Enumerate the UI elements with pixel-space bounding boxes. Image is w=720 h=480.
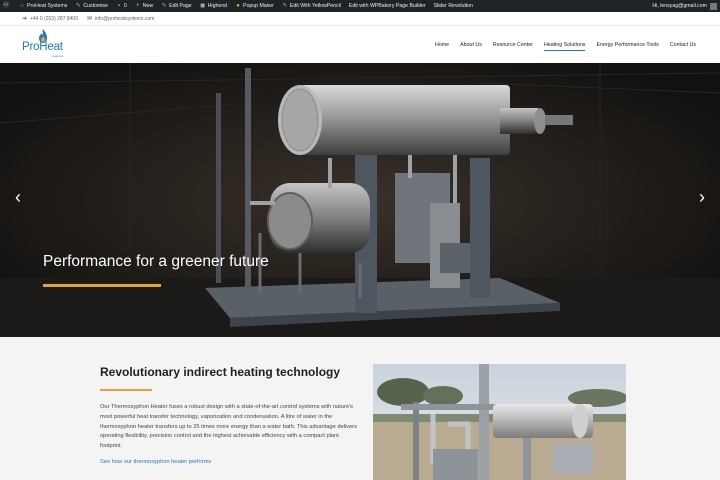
nav-home[interactable]: Home	[435, 42, 449, 51]
plus-icon: +	[136, 3, 140, 9]
highend-icon: ◼	[200, 3, 206, 9]
admin-bar-customise-label: Customise	[83, 3, 108, 9]
admin-bar-customise[interactable]: ✎ Customise	[75, 3, 108, 9]
hero-title: Performance for a greener future	[43, 253, 269, 270]
admin-bar-popup-maker[interactable]: ● Popup Maker	[235, 3, 274, 9]
section-title: Revolutionary indirect heating technolog…	[100, 365, 341, 379]
admin-bar-new[interactable]: + New	[135, 3, 153, 9]
nav-about-us[interactable]: About Us	[460, 42, 482, 51]
nav-heating-solutions[interactable]: Heating Solutions	[543, 42, 585, 51]
admin-bar-account[interactable]: Hi, lensyag@gmail.com	[652, 2, 717, 10]
nav-resource-center[interactable]: Resource Center	[493, 42, 533, 51]
hero-image	[0, 63, 720, 337]
intro-section: Revolutionary indirect heating technolog…	[0, 337, 720, 480]
envelope-icon: ✉	[87, 16, 93, 22]
email-address: info@proheatsystems.com	[95, 15, 155, 22]
admin-bar-wpbakery[interactable]: Edit with WPBakery Page Builder	[349, 3, 426, 9]
slider-next-arrow[interactable]: ›	[699, 188, 705, 206]
admin-bar-edit-page-label: Edit Page	[169, 3, 192, 9]
admin-bar-edit-page[interactable]: ✎ Edit Page	[161, 3, 192, 9]
admin-bar-popup-label: Popup Maker	[243, 3, 274, 9]
hero-slider: ‹ › Performance for a greener future	[0, 63, 720, 337]
avatar	[710, 2, 717, 10]
phone-arrow-icon: ➔	[22, 16, 28, 22]
admin-bar-slider-label: Slider Revolution	[433, 3, 473, 9]
logo-subtext: systems	[52, 54, 64, 58]
admin-bar-highend-label: Highend	[207, 3, 227, 9]
phone-contact[interactable]: ➔ +44 0 (203) 287 8400	[22, 15, 78, 23]
hero-accent-line	[43, 284, 161, 287]
admin-bar-site[interactable]: ⌂ ProHeat Systems	[19, 3, 67, 9]
popup-icon: ●	[236, 3, 240, 9]
admin-bar-comments[interactable]: ▪ 0	[116, 3, 127, 9]
comment-icon: ▪	[117, 3, 120, 9]
contact-strip: ➔ +44 0 (203) 287 8400 ✉ info@proheatsyste…	[0, 12, 720, 26]
wordpress-icon: Ⓦ	[3, 3, 10, 9]
admin-bar-highend[interactable]: ◼ Highend	[200, 3, 227, 9]
email-contact[interactable]: ✉ info@proheatsystems.com	[87, 15, 155, 23]
site-header: ProHeat systems Home About Us Resource C…	[0, 26, 720, 63]
admin-bar-new-label: New	[142, 3, 154, 9]
admin-bar-wordpress[interactable]: Ⓦ	[3, 3, 11, 9]
admin-bar-site-label: ProHeat Systems	[27, 3, 68, 9]
pencil-icon: ✎	[282, 3, 288, 9]
slider-prev-arrow[interactable]: ‹	[15, 188, 21, 206]
section-body: Our Thermosyphon Heater fuses a robust d…	[100, 404, 357, 450]
pencil-icon: ✎	[161, 3, 167, 9]
phone-number: +44 0 (203) 287 8400	[30, 15, 78, 22]
admin-bar-yellowpencil-label: Edit With YellowPencil	[289, 3, 341, 9]
admin-bar: Ⓦ ⌂ ProHeat Systems ✎ Customise ▪ 0 + New ✎ E…	[0, 0, 720, 12]
admin-bar-comments-count: 0	[123, 3, 127, 9]
site-logo[interactable]: ProHeat systems	[22, 29, 68, 61]
thermosyphon-link[interactable]: See how our thermosyphon heater performs	[100, 459, 211, 465]
nav-contact-us[interactable]: Contact Us	[670, 42, 696, 51]
admin-bar-greeting: Hi, lensyag@gmail.com	[652, 3, 707, 9]
main-nav: Home About Us Resource Center Heating So…	[424, 42, 696, 51]
heater-photo-image	[373, 364, 626, 480]
home-icon: ⌂	[20, 3, 24, 9]
heater-photo	[373, 364, 626, 480]
section-accent-line	[100, 389, 152, 391]
nav-energy-performance-tools[interactable]: Energy Performance Tools	[596, 42, 658, 51]
admin-bar-wpbakery-label: Edit with WPBakery Page Builder	[348, 3, 426, 9]
admin-bar-yellowpencil[interactable]: ✎ Edit With YellowPencil	[282, 3, 341, 9]
logo-text: ProHeat	[22, 41, 63, 53]
brush-icon: ✎	[75, 3, 81, 9]
admin-bar-slider-revolution[interactable]: Slider Revolution	[434, 3, 473, 9]
